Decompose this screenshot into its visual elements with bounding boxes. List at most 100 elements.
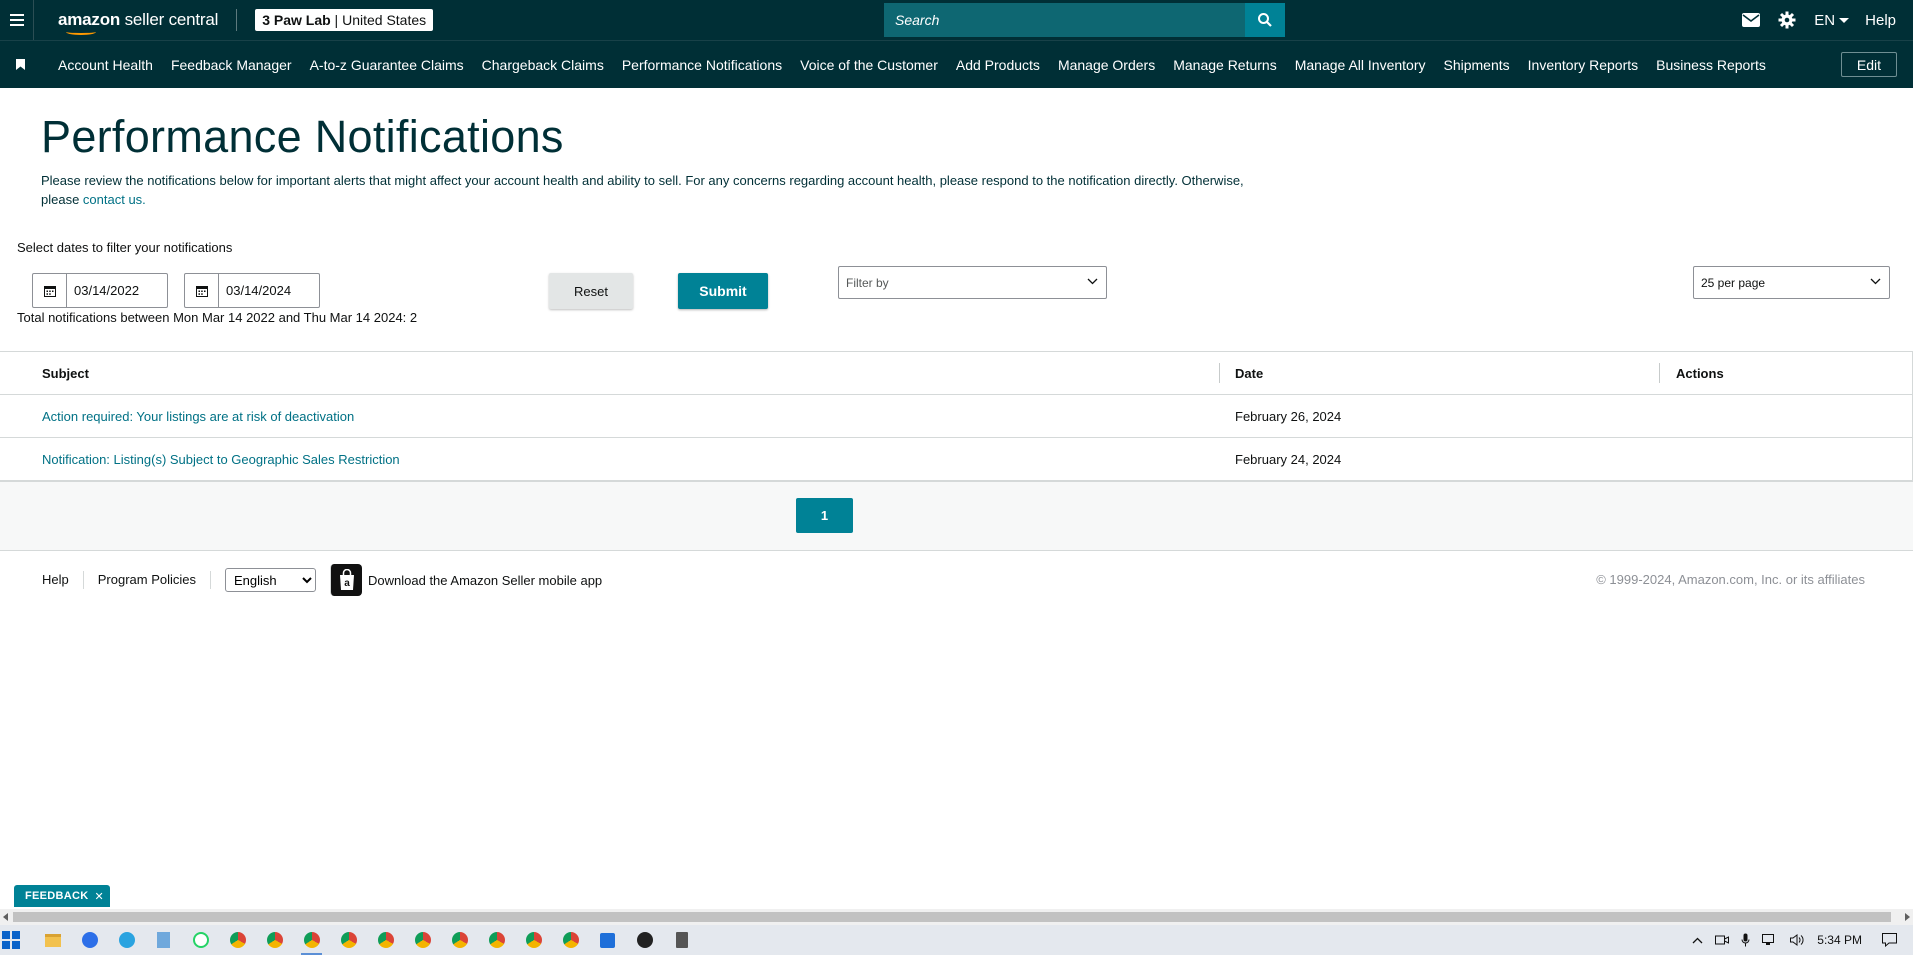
whatsapp-icon[interactable] <box>182 925 219 955</box>
notification-subject-link[interactable]: Notification: Listing(s) Subject to Geog… <box>42 452 400 467</box>
notifications-icon[interactable] <box>1882 933 1897 947</box>
total-notifications-text: Total notifications between Mon Mar 14 2… <box>17 310 418 325</box>
file-explorer-icon[interactable] <box>34 925 71 955</box>
nav-item-inventory-reports[interactable]: Inventory Reports <box>1528 57 1639 73</box>
nav-item-chargeback-claims[interactable]: Chargeback Claims <box>482 57 604 73</box>
feedback-label: FEEDBACK <box>25 890 89 902</box>
nav-item-performance-notifications[interactable]: Performance Notifications <box>622 57 782 73</box>
system-tray: 5:34 PM <box>1692 925 1913 955</box>
column-header-subject[interactable]: Subject <box>42 366 89 381</box>
footer-language-select[interactable]: English <box>225 568 317 592</box>
microphone-icon[interactable] <box>1741 933 1750 947</box>
logo-smile-icon <box>66 29 96 35</box>
meet-now-icon[interactable] <box>1715 934 1730 946</box>
chrome-icon[interactable] <box>256 925 293 955</box>
copyright-text: © 1999-2024, Amazon.com, Inc. or its aff… <box>1596 572 1865 587</box>
notification-date: February 26, 2024 <box>1235 409 1342 424</box>
nav-item-voice-of-customer[interactable]: Voice of the Customer <box>800 57 938 73</box>
column-header-date[interactable]: Date <box>1235 366 1263 381</box>
nav-item-manage-orders[interactable]: Manage Orders <box>1058 57 1155 73</box>
seller-central-logo[interactable]: amazon seller central <box>58 10 218 35</box>
chevron-up-icon[interactable] <box>1692 937 1703 944</box>
download-app-link[interactable]: Download the Amazon Seller mobile app <box>368 573 602 588</box>
notifications-table: Subject Date Actions Action required: Yo… <box>0 351 1913 482</box>
search-button[interactable] <box>1245 3 1285 37</box>
nav-item-manage-all-inventory[interactable]: Manage All Inventory <box>1295 57 1426 73</box>
scroll-right-arrow-icon[interactable] <box>1905 913 1910 921</box>
contact-us-link[interactable]: contact us. <box>83 192 146 207</box>
nav-item-add-products[interactable]: Add Products <box>956 57 1040 73</box>
chrome-icon[interactable] <box>441 925 478 955</box>
close-icon[interactable]: ✕ <box>95 890 105 903</box>
submit-button[interactable]: Submit <box>678 273 768 309</box>
per-page-select[interactable]: 25 per page <box>1693 266 1890 299</box>
table-header: Subject Date Actions <box>0 351 1913 395</box>
chrome-icon[interactable] <box>515 925 552 955</box>
chrome-icon[interactable] <box>552 925 589 955</box>
table-row: Notification: Listing(s) Subject to Geog… <box>0 438 1913 481</box>
reset-button[interactable]: Reset <box>549 273 633 309</box>
zoom-app-icon[interactable] <box>71 925 108 955</box>
per-page-value: 25 per page <box>1701 275 1766 290</box>
edit-nav-button[interactable]: Edit <box>1840 52 1897 77</box>
bookmark-button[interactable] <box>0 59 40 70</box>
windows-start-icon[interactable] <box>2 931 20 949</box>
search-input[interactable] <box>884 3 1245 37</box>
pagination-area: 1 <box>0 481 1913 551</box>
calculator-icon[interactable] <box>663 925 700 955</box>
logo-text-bold: amazon <box>58 10 121 29</box>
feedback-tab[interactable]: FEEDBACK ✕ <box>14 885 111 907</box>
amazon-seller-app-icon[interactable]: a <box>330 564 363 596</box>
scroll-left-arrow-icon[interactable] <box>3 913 8 921</box>
calendar-icon[interactable] <box>33 274 67 307</box>
chrome-icon[interactable] <box>293 925 330 955</box>
language-selector[interactable]: EN <box>1814 12 1850 29</box>
nav-item-a-to-z-claims[interactable]: A-to-z Guarantee Claims <box>310 57 464 73</box>
nav-item-manage-returns[interactable]: Manage Returns <box>1173 57 1277 73</box>
footer-help-link[interactable]: Help <box>28 571 84 589</box>
nav-item-shipments[interactable]: Shipments <box>1443 57 1509 73</box>
footer: Help Program Policies English a Download… <box>0 560 1913 600</box>
volume-icon[interactable] <box>1790 934 1805 946</box>
network-icon[interactable] <box>1762 934 1778 946</box>
horizontal-scrollbar[interactable] <box>0 909 1913 925</box>
intro-text: Please review the notifications below fo… <box>41 173 1244 188</box>
calendar-icon[interactable] <box>185 274 219 307</box>
filter-by-placeholder: Filter by <box>846 275 889 290</box>
chrome-icon[interactable] <box>219 925 256 955</box>
windows-taskbar: 5:34 PM <box>0 925 1913 955</box>
chrome-icon[interactable] <box>404 925 441 955</box>
svg-text:a: a <box>344 578 350 589</box>
page-title: Performance Notifications <box>41 111 564 162</box>
settings-button[interactable] <box>1778 11 1796 29</box>
chrome-icon[interactable] <box>367 925 404 955</box>
filter-by-select[interactable]: Filter by <box>838 266 1107 299</box>
messages-button[interactable] <box>1742 13 1761 27</box>
nav-item-account-health[interactable]: Account Health <box>58 57 153 73</box>
chrome-icon[interactable] <box>330 925 367 955</box>
intro-prefix: please <box>41 192 83 207</box>
github-icon[interactable] <box>626 925 663 955</box>
search-icon <box>1258 13 1272 27</box>
notification-subject-link[interactable]: Action required: Your listings are at ri… <box>42 409 354 424</box>
help-link[interactable]: Help <box>1865 12 1896 29</box>
clock-time[interactable]: 5:34 PM <box>1817 933 1862 947</box>
notification-date: February 24, 2024 <box>1235 452 1342 467</box>
footer-program-policies-link[interactable]: Program Policies <box>84 571 212 589</box>
notepad-icon[interactable] <box>145 925 182 955</box>
scrollbar-thumb[interactable] <box>13 912 1891 922</box>
chrome-icon[interactable] <box>478 925 515 955</box>
date-filter-label: Select dates to filter your notification… <box>17 240 233 255</box>
app-r-icon[interactable] <box>589 925 626 955</box>
top-bar: amazon seller central 3 Paw Lab | United… <box>0 0 1913 40</box>
page-button-current[interactable]: 1 <box>796 498 853 533</box>
telegram-icon[interactable] <box>108 925 145 955</box>
navigation-bar: Account Health Feedback Manager A-to-z G… <box>0 40 1913 88</box>
menu-icon[interactable] <box>0 0 34 40</box>
bookmark-icon <box>15 59 25 70</box>
start-date-field[interactable]: 03/14/2022 <box>32 273 168 308</box>
nav-item-feedback-manager[interactable]: Feedback Manager <box>171 57 292 73</box>
nav-item-business-reports[interactable]: Business Reports <box>1656 57 1766 73</box>
end-date-field[interactable]: 03/14/2024 <box>184 273 320 308</box>
store-selector[interactable]: 3 Paw Lab | United States <box>255 9 434 31</box>
